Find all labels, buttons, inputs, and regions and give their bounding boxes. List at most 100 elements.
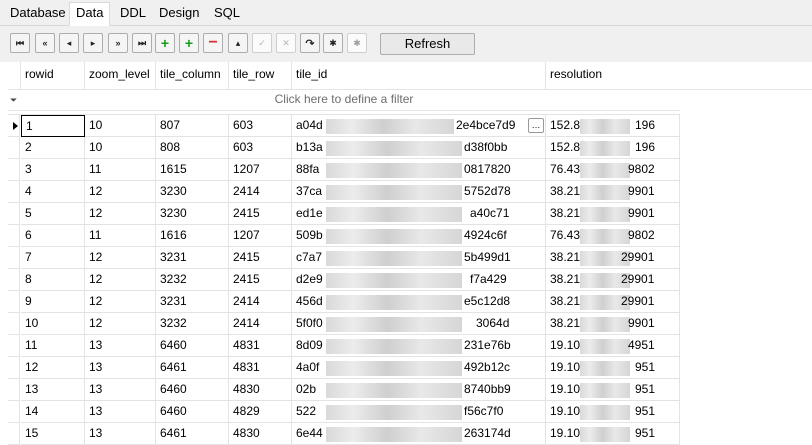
table-row[interactable]: 5 12 3230 2415 ed1e a40c71 38.21 9901 — [8, 203, 680, 225]
refresh-data-button[interactable]: ↷ — [300, 33, 320, 53]
cell-zoom-level[interactable]: 12 — [85, 313, 156, 335]
edit-record-button[interactable]: ▴ — [228, 33, 248, 53]
prior-page-button[interactable]: « — [35, 33, 55, 53]
table-row[interactable]: 7 12 3231 2415 c7a7 5b499d1 38.21 29901 — [8, 247, 680, 269]
cell-tile-row[interactable]: 603 — [229, 137, 292, 159]
cell-tile-row[interactable]: 4830 — [229, 423, 292, 445]
last-record-button[interactable]: ⏭ — [132, 33, 152, 53]
table-row[interactable]: 9 12 3231 2414 456d e5c12d8 38.21 29901 — [8, 291, 680, 313]
row-indicator[interactable] — [8, 137, 20, 159]
cell-resolution[interactable]: 19.10 951 — [546, 379, 680, 401]
cell-tile-column[interactable]: 6460 — [156, 379, 229, 401]
data-grid[interactable]: rowid zoom_level tile_column tile_row ti… — [8, 62, 812, 445]
table-row[interactable]: 3 11 1615 1207 88fa 0817820 76.43 9802 — [8, 159, 680, 181]
cell-zoom-level[interactable]: 12 — [85, 181, 156, 203]
cell-zoom-level[interactable]: 10 — [85, 115, 156, 137]
cell-zoom-level[interactable]: 12 — [85, 291, 156, 313]
cell-tile-column[interactable]: 3231 — [156, 247, 229, 269]
row-indicator[interactable] — [8, 291, 20, 313]
cell-tile-id[interactable]: b13a d38f0bb — [292, 137, 546, 159]
cell-rowid[interactable]: 1 — [21, 115, 85, 137]
tab-sql[interactable]: SQL — [208, 3, 246, 24]
cell-tile-row[interactable]: 2415 — [229, 247, 292, 269]
next-page-button[interactable]: » — [108, 33, 128, 53]
cell-tile-id[interactable]: 88fa 0817820 — [292, 159, 546, 181]
column-header-tile-column[interactable]: tile_column — [156, 62, 229, 90]
apply-filter-button[interactable]: ✱ — [347, 33, 367, 53]
cell-rowid[interactable]: 10 — [21, 313, 85, 335]
cell-tile-column[interactable]: 1615 — [156, 159, 229, 181]
cell-resolution[interactable]: 76.43 9802 — [546, 225, 680, 247]
cell-tile-id[interactable]: 522 f56c7f0 — [292, 401, 546, 423]
delete-record-button[interactable]: − — [203, 33, 223, 53]
cell-zoom-level[interactable]: 13 — [85, 379, 156, 401]
cell-tile-row[interactable]: 2415 — [229, 269, 292, 291]
cell-zoom-level[interactable]: 13 — [85, 335, 156, 357]
cell-tile-column[interactable]: 6461 — [156, 357, 229, 379]
row-indicator[interactable] — [8, 423, 20, 445]
cell-tile-id[interactable]: 509b 4924c6f — [292, 225, 546, 247]
table-row[interactable]: 6 11 1616 1207 509b 4924c6f 76.43 9802 — [8, 225, 680, 247]
cell-zoom-level[interactable]: 11 — [85, 225, 156, 247]
cell-rowid[interactable]: 14 — [21, 401, 85, 423]
cell-tile-row[interactable]: 2415 — [229, 203, 292, 225]
table-row[interactable]: 10 12 3232 2414 5f0f0 3064d 38.21 9901 — [8, 313, 680, 335]
cell-resolution[interactable]: 19.10 951 — [546, 401, 680, 423]
cell-tile-id[interactable]: d2e9 f7a429 — [292, 269, 546, 291]
row-indicator[interactable] — [8, 379, 20, 401]
row-indicator[interactable] — [8, 335, 20, 357]
cell-tile-column[interactable]: 6460 — [156, 335, 229, 357]
cell-zoom-level[interactable]: 12 — [85, 269, 156, 291]
table-row[interactable]: 4 12 3230 2414 37ca 5752d78 38.21 9901 — [8, 181, 680, 203]
row-indicator[interactable] — [8, 159, 20, 181]
tab-data[interactable]: Data — [69, 2, 111, 26]
tab-design[interactable]: Design — [153, 3, 205, 24]
cell-zoom-level[interactable]: 12 — [85, 203, 156, 225]
column-header-rowid[interactable]: rowid — [21, 62, 85, 90]
cell-tile-row[interactable]: 2414 — [229, 181, 292, 203]
cell-resolution[interactable]: 152.8 196 — [546, 115, 680, 137]
cell-tile-row[interactable]: 1207 — [229, 159, 292, 181]
cell-tile-row[interactable]: 4830 — [229, 379, 292, 401]
column-header-zoom-level[interactable]: zoom_level — [85, 62, 156, 90]
cell-resolution[interactable]: 38.21 29901 — [546, 247, 680, 269]
prior-record-button[interactable]: ◂ — [59, 33, 79, 53]
cell-rowid[interactable]: 7 — [21, 247, 85, 269]
insert-record-button[interactable]: + — [155, 33, 175, 53]
cell-zoom-level[interactable]: 13 — [85, 401, 156, 423]
table-row[interactable]: 2 10 808 603 b13a d38f0bb 152.8 196 — [8, 137, 680, 159]
cell-tile-column[interactable]: 808 — [156, 137, 229, 159]
cell-tile-row[interactable]: 2414 — [229, 291, 292, 313]
row-indicator[interactable] — [8, 115, 20, 137]
cell-tile-column[interactable]: 3230 — [156, 203, 229, 225]
tab-ddl[interactable]: DDL — [114, 3, 152, 24]
table-row[interactable]: 12 13 6461 4831 4a0f 492b12c 19.10 951 — [8, 357, 680, 379]
cell-tile-column[interactable]: 807 — [156, 115, 229, 137]
post-edit-button[interactable]: ✓ — [252, 33, 272, 53]
cell-tile-column[interactable]: 6461 — [156, 423, 229, 445]
cell-tile-id[interactable]: 37ca 5752d78 — [292, 181, 546, 203]
cell-tile-id[interactable]: a04d 2e4bce7d9 — [292, 115, 546, 137]
table-row[interactable]: 15 13 6461 4830 6e44 263174d 19.10 951 — [8, 423, 680, 445]
cell-resolution[interactable]: 38.21 29901 — [546, 269, 680, 291]
cell-tile-id[interactable]: 5f0f0 3064d — [292, 313, 546, 335]
set-null-button[interactable]: ✱ — [323, 33, 343, 53]
table-row[interactable]: 14 13 6460 4829 522 f56c7f0 19.10 951 — [8, 401, 680, 423]
table-row[interactable]: 8 12 3232 2415 d2e9 f7a429 38.21 29901 — [8, 269, 680, 291]
cell-resolution[interactable]: 76.43 9802 — [546, 159, 680, 181]
next-record-button[interactable]: ▸ — [83, 33, 103, 53]
cell-rowid[interactable]: 2 — [21, 137, 85, 159]
cell-zoom-level[interactable]: 13 — [85, 423, 156, 445]
cell-zoom-level[interactable]: 11 — [85, 159, 156, 181]
row-indicator[interactable] — [8, 225, 20, 247]
cancel-edit-button[interactable]: ✕ — [276, 33, 296, 53]
filter-row[interactable]: ⏷ Click here to define a filter — [8, 90, 680, 111]
cell-tile-column[interactable]: 3230 — [156, 181, 229, 203]
cell-zoom-level[interactable]: 12 — [85, 247, 156, 269]
cell-tile-column[interactable]: 1616 — [156, 225, 229, 247]
cell-resolution[interactable]: 19.10 951 — [546, 357, 680, 379]
row-indicator[interactable] — [8, 247, 20, 269]
row-indicator[interactable] — [8, 357, 20, 379]
cell-resolution[interactable]: 19.10 951 — [546, 423, 680, 445]
cell-resolution[interactable]: 38.21 9901 — [546, 203, 680, 225]
